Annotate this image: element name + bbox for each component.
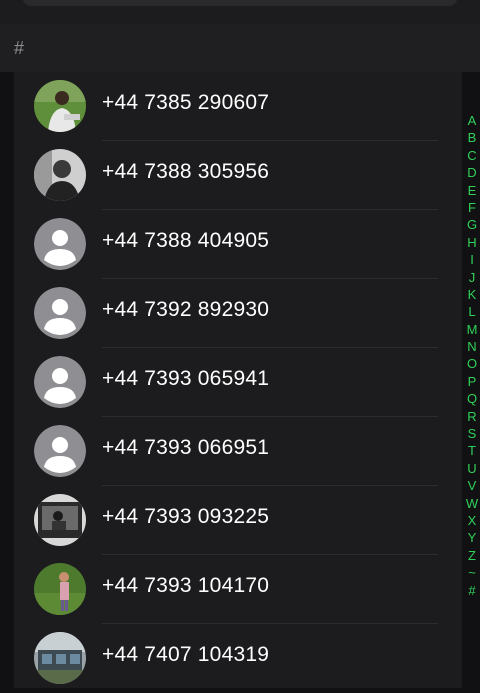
contact-avatar-photo — [34, 494, 86, 546]
index-letter[interactable]: # — [468, 582, 475, 599]
contact-phone: +44 7388 404905 — [102, 229, 270, 252]
contact-row[interactable]: +44 7393 104170 — [14, 555, 462, 624]
contact-row[interactable]: +44 7388 305956 — [14, 141, 462, 210]
index-letter[interactable]: U — [467, 460, 476, 477]
contact-avatar-placeholder-icon — [34, 425, 86, 477]
contact-phone: +44 7393 093225 — [102, 505, 270, 528]
contact-row[interactable]: +44 7393 066951 — [14, 417, 462, 486]
contact-row[interactable]: +44 7385 290607 — [14, 72, 462, 141]
contact-avatar-photo — [34, 563, 86, 615]
index-letter[interactable]: A — [468, 112, 477, 129]
section-letter: # — [14, 38, 25, 58]
search-bar[interactable] — [22, 0, 458, 6]
index-letter[interactable]: D — [467, 164, 476, 181]
contact-phone: +44 7407 104319 — [102, 643, 270, 666]
contact-phone: +44 7393 066951 — [102, 436, 270, 459]
contact-avatar-photo — [34, 149, 86, 201]
contact-phone: +44 7393 104170 — [102, 574, 270, 597]
contact-phone: +44 7385 290607 — [102, 91, 270, 114]
contact-avatar-photo — [34, 632, 86, 684]
top-bar — [0, 0, 480, 24]
index-letter[interactable]: K — [468, 286, 477, 303]
index-letter[interactable]: E — [468, 182, 477, 199]
contact-row[interactable]: +44 7407 104319 — [14, 624, 462, 693]
index-letter[interactable]: Y — [468, 529, 477, 546]
index-letter[interactable]: T — [468, 442, 476, 459]
index-letter[interactable]: J — [469, 269, 476, 286]
index-letter[interactable]: V — [468, 477, 477, 494]
index-letter[interactable]: B — [468, 129, 477, 146]
index-letter[interactable]: G — [467, 216, 477, 233]
index-letter[interactable]: M — [467, 321, 478, 338]
index-letter[interactable]: W — [466, 495, 478, 512]
index-letter[interactable]: L — [468, 303, 475, 320]
index-letter[interactable]: S — [468, 425, 477, 442]
contact-row[interactable]: +44 7392 892930 — [14, 279, 462, 348]
index-letter[interactable]: I — [470, 251, 474, 268]
contact-avatar-placeholder-icon — [34, 356, 86, 408]
contact-row[interactable]: +44 7393 065941 — [14, 348, 462, 417]
contact-phone: +44 7388 305956 — [102, 160, 270, 183]
contact-phone: +44 7393 065941 — [102, 367, 270, 390]
contact-phone: +44 7392 892930 — [102, 298, 270, 321]
index-letter[interactable]: P — [468, 373, 477, 390]
contact-avatar-placeholder-icon — [34, 287, 86, 339]
contact-row[interactable]: +44 7388 404905 — [14, 210, 462, 279]
contact-avatar-photo — [34, 80, 86, 132]
index-letter[interactable]: F — [468, 199, 476, 216]
index-letter[interactable]: O — [467, 355, 477, 372]
alphabet-index[interactable]: A B C D E F G H I J K L M N O P Q R S T … — [464, 112, 480, 599]
index-letter[interactable]: C — [467, 147, 476, 164]
index-letter[interactable]: N — [467, 338, 476, 355]
contact-row[interactable]: +44 7393 093225 — [14, 486, 462, 555]
section-header — [0, 24, 480, 72]
index-letter[interactable]: H — [467, 234, 476, 251]
contact-list: +44 7385 290607 +44 7388 305956 +44 7388… — [14, 72, 462, 688]
index-letter[interactable]: Z — [468, 547, 476, 564]
index-letter[interactable]: Q — [467, 390, 477, 407]
contact-avatar-placeholder-icon — [34, 218, 86, 270]
index-letter[interactable]: X — [468, 512, 477, 529]
index-letter[interactable]: ~ — [468, 564, 476, 581]
index-letter[interactable]: R — [467, 408, 476, 425]
